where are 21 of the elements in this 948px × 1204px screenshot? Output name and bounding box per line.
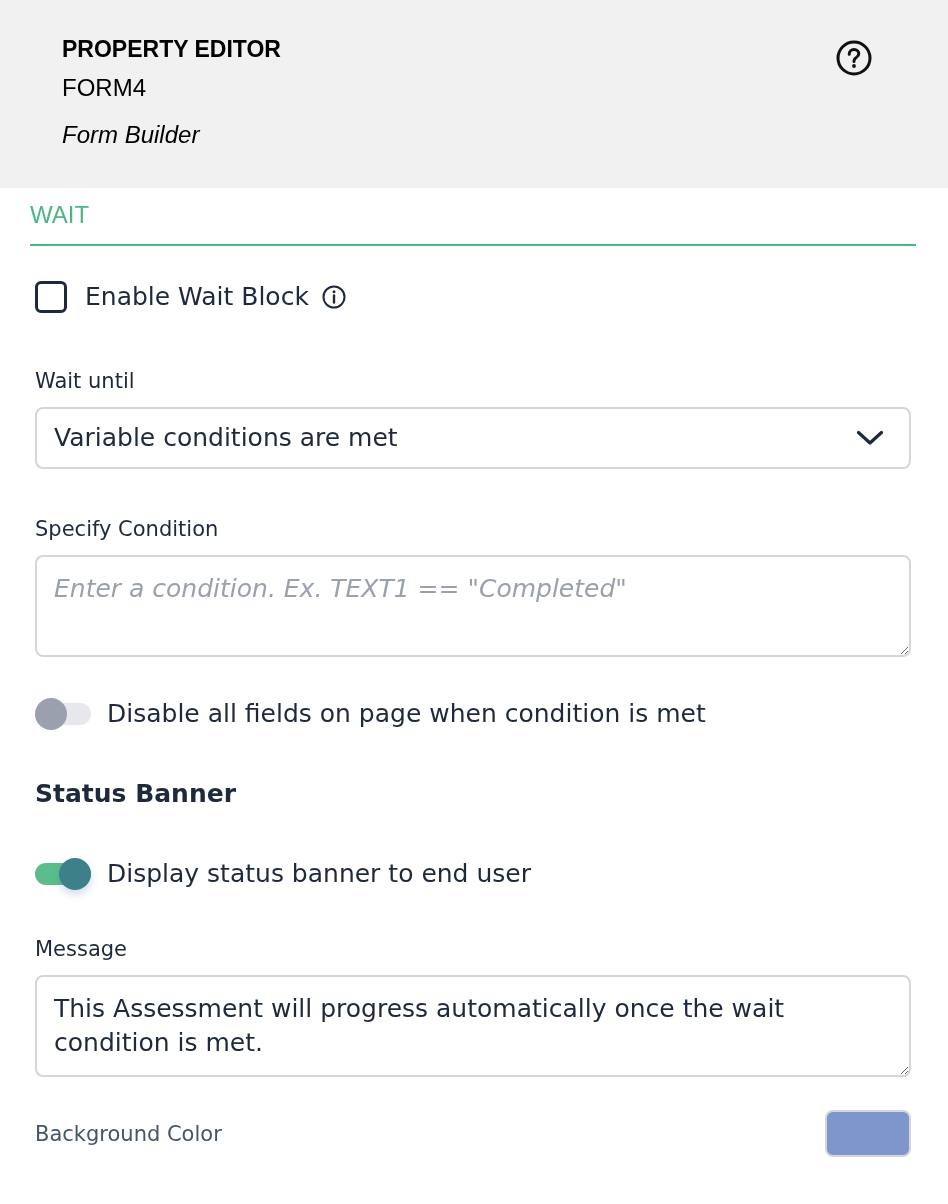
panel-title: PROPERTY EDITOR	[62, 36, 281, 62]
chevron-down-icon	[856, 430, 884, 446]
field-label: Wait until	[35, 368, 135, 394]
message-field[interactable]: This Assessment will progress automatically once the wait condition is met.	[35, 975, 911, 1077]
field-label: Background Color	[35, 1120, 222, 1147]
toggle-switch[interactable]	[35, 698, 91, 730]
toggle-switch[interactable]	[35, 858, 91, 890]
condition-field[interactable]: Enter a condition. Ex. TEXT1 == "Completed"	[35, 555, 911, 657]
wait-until-dropdown[interactable]: Variable conditions are met	[35, 407, 911, 469]
info-icon[interactable]	[321, 285, 346, 309]
checkbox-label: Enable Wait Block	[85, 281, 309, 313]
section-heading: Status Banner	[35, 778, 236, 810]
help-icon[interactable]	[836, 40, 872, 76]
field-label: Specify Condition	[35, 516, 219, 542]
enable-checkbox[interactable]	[35, 281, 67, 313]
panel-subtitle: Form Builder	[62, 120, 200, 150]
toggle-label: Display status banner to end user	[107, 858, 531, 890]
form-name: FORM4	[62, 73, 146, 103]
color-swatch[interactable]	[825, 1110, 911, 1157]
toggle-label: Disable all fields on page when condition is met	[107, 698, 706, 730]
field-label: Message	[35, 936, 128, 962]
